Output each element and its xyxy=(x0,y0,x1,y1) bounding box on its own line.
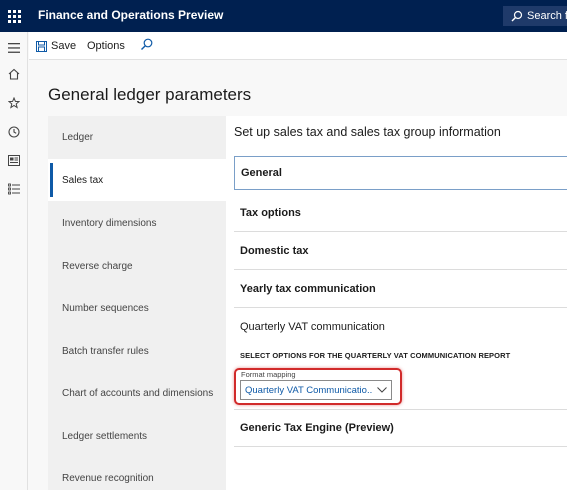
app-launcher-icon[interactable] xyxy=(0,0,28,32)
tab-batch-transfer-rules[interactable]: Batch transfer rules xyxy=(48,330,226,372)
format-mapping-select[interactable]: Quarterly VAT Communicatio... xyxy=(240,380,392,400)
app-title[interactable]: Finance and Operations Preview xyxy=(38,8,223,22)
clock-icon[interactable] xyxy=(5,123,23,141)
fasttab-general[interactable]: General xyxy=(234,156,567,190)
tab-sales-tax[interactable]: Sales tax xyxy=(48,159,226,201)
home-icon[interactable] xyxy=(5,65,23,83)
save-icon xyxy=(36,40,47,52)
format-mapping-value: Quarterly VAT Communicatio... xyxy=(245,384,373,396)
fasttab-quarterly-vat-communication[interactable]: Quarterly VAT communication xyxy=(234,308,567,346)
tab-inventory-dimensions[interactable]: Inventory dimensions xyxy=(48,202,226,244)
list-icon[interactable] xyxy=(5,180,23,198)
tab-number-sequences[interactable]: Number sequences xyxy=(48,287,226,329)
tab-content: Set up sales tax and sales tax group inf… xyxy=(226,116,567,490)
star-icon[interactable] xyxy=(5,94,23,112)
tab-reverse-charge[interactable]: Reverse charge xyxy=(48,245,226,287)
quarterly-section-label: SELECT OPTIONS FOR THE QUARTERLY VAT COM… xyxy=(240,351,511,360)
options-button[interactable]: Options xyxy=(87,36,125,56)
tab-revenue-recognition[interactable]: Revenue recognition xyxy=(48,457,226,490)
vertical-tab-list: Ledger Sales tax Inventory dimensions Re… xyxy=(48,116,226,490)
fasttab-domestic-tax[interactable]: Domestic tax xyxy=(234,232,567,270)
page-title: General ledger parameters xyxy=(48,85,252,104)
action-pane: Save Options xyxy=(29,32,567,60)
search-icon xyxy=(511,10,523,22)
fasttab-yearly-tax-communication[interactable]: Yearly tax communication xyxy=(234,270,567,308)
save-button[interactable]: Save xyxy=(36,36,76,56)
tab-ledger[interactable]: Ledger xyxy=(48,116,226,158)
tab-chart-of-accounts[interactable]: Chart of accounts and dimensions xyxy=(48,372,226,414)
global-search-label: Search fo xyxy=(527,10,567,22)
global-search-box[interactable]: Search fo xyxy=(503,6,567,26)
format-mapping-label: Format mapping xyxy=(241,370,296,379)
nav-rail xyxy=(0,32,28,490)
hamburger-icon[interactable] xyxy=(5,39,23,57)
tab-ledger-settlements[interactable]: Ledger settlements xyxy=(48,415,226,457)
save-label: Save xyxy=(51,40,77,52)
fasttab-tax-options[interactable]: Tax options xyxy=(234,194,567,232)
workspace-icon[interactable] xyxy=(5,151,23,169)
chevron-down-icon[interactable] xyxy=(373,387,391,393)
content-heading: Set up sales tax and sales tax group inf… xyxy=(234,125,501,139)
fasttab-generic-tax-engine[interactable]: Generic Tax Engine (Preview) xyxy=(234,409,567,447)
top-bar: Finance and Operations Preview Search fo xyxy=(0,0,567,32)
search-icon[interactable] xyxy=(140,38,156,54)
